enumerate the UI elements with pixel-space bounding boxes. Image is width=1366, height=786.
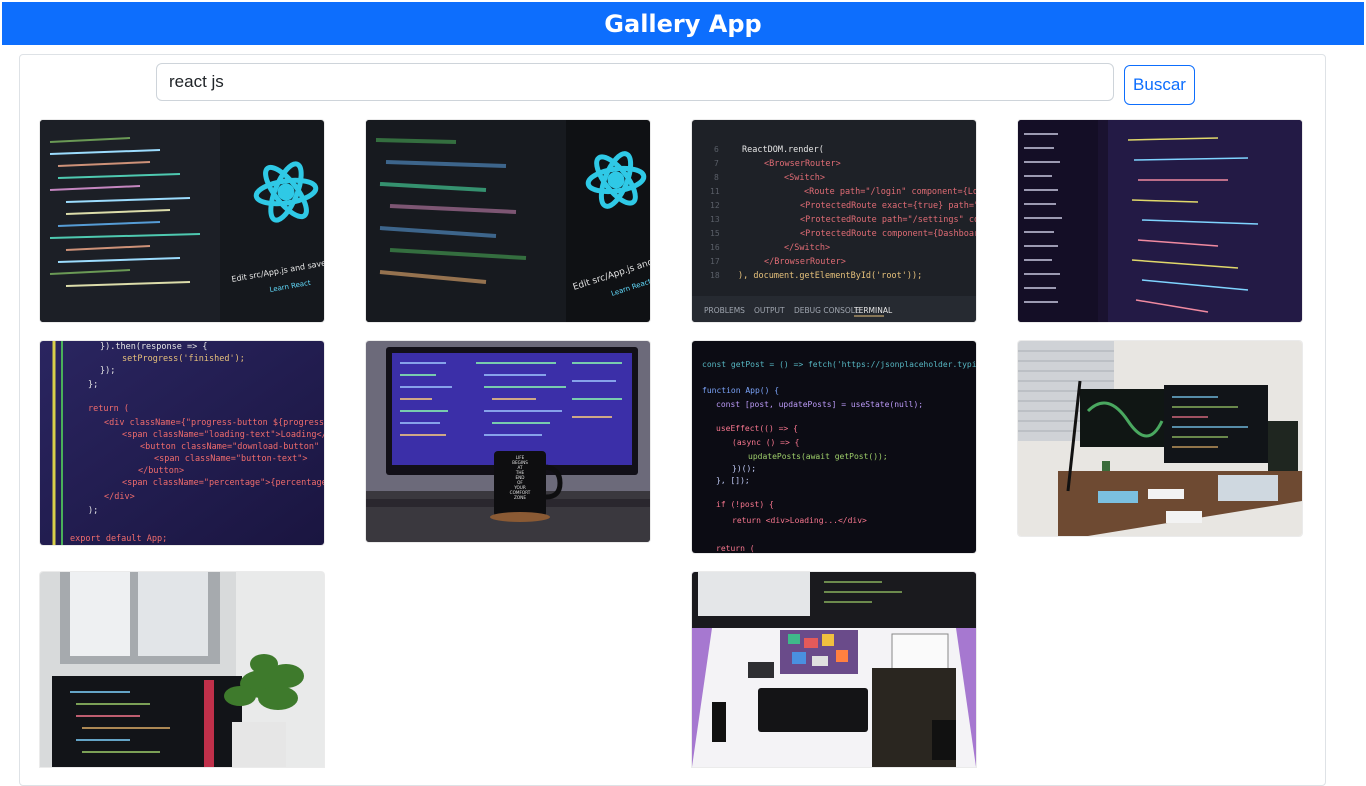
- svg-text:17: 17: [710, 257, 720, 266]
- code-line: <Switch>: [784, 173, 825, 183]
- gallery-image-8[interactable]: [1018, 341, 1302, 536]
- code-line: </button>: [138, 466, 184, 476]
- top-view-desk-photo: [692, 572, 976, 767]
- code-line: <ProtectedRoute path="/settings" compone…: [800, 215, 976, 225]
- code-line: const getPost = () => fetch('https://jso…: [702, 360, 976, 369]
- svg-text:6: 6: [714, 145, 719, 154]
- mug-text: ZONE: [514, 495, 526, 500]
- search-button[interactable]: Buscar: [1124, 65, 1195, 105]
- code-line: }).then(response => {: [100, 342, 207, 352]
- gallery-image-6[interactable]: LIFE BEGINS AT THE END OF YOUR COMFORT Z…: [366, 341, 650, 542]
- react-code-photo: Edit src/App.js and save to rel Learn Re…: [40, 120, 324, 322]
- code-line: </div>: [104, 492, 135, 502]
- code-line: (async () => {: [732, 438, 799, 447]
- code-line: <Route path="/login" component={Login} /…: [804, 187, 976, 197]
- code-line: };: [88, 380, 98, 390]
- code-line: ), document.getElementById('root'));: [738, 271, 922, 281]
- gallery-image-1[interactable]: Edit src/App.js and save to rel Learn Re…: [40, 120, 324, 322]
- svg-text:12: 12: [710, 201, 720, 210]
- monitor-mug-photo: LIFE BEGINS AT THE END OF YOUR COMFORT Z…: [366, 341, 650, 542]
- gallery-image-9[interactable]: [40, 572, 324, 767]
- gallery-image-3[interactable]: 6 7 8 11 12 13 15 16 17 18 ReactDOM.render( <Brow…: [692, 120, 976, 322]
- code-line: return <div>Loading...</div>: [732, 516, 867, 525]
- panel-tab: PROBLEMS: [704, 306, 745, 315]
- code-line: <BrowserRouter>: [764, 159, 841, 169]
- svg-text:16: 16: [710, 243, 720, 252]
- code-line: }, []);: [716, 476, 750, 485]
- svg-text:11: 11: [710, 187, 720, 196]
- code-line: );: [88, 506, 98, 516]
- code-line: });: [100, 366, 115, 376]
- code-line: <ProtectedRoute exact={true} path="/" co…: [800, 201, 976, 211]
- code-line: export default App;: [70, 534, 167, 544]
- desk-setup-photo: [1018, 341, 1302, 536]
- code-line: const [post, updatePosts] = useState(nul…: [716, 400, 923, 409]
- reactdom-code-photo: 6 7 8 11 12 13 15 16 17 18 ReactDOM.render( <Brow…: [692, 120, 976, 322]
- code-line: <ProtectedRoute component={Dashboard} />: [800, 229, 976, 239]
- search-input[interactable]: [156, 63, 1114, 101]
- code-line: useEffect(() => {: [716, 424, 798, 433]
- code-line: function App() {: [702, 386, 779, 395]
- code-line: setProgress('finished');: [122, 354, 245, 364]
- purple-code-photo: [1018, 120, 1302, 322]
- panel-tab: OUTPUT: [754, 306, 785, 315]
- react-code-blur-photo: Edit src/App.js and save to Learn React: [366, 120, 650, 322]
- gallery-image-5[interactable]: }).then(response => { setProgress('finis…: [40, 341, 324, 545]
- app-header: Gallery App: [2, 2, 1364, 45]
- gallery-image-10[interactable]: [692, 572, 976, 767]
- code-line: <button className="download-button": [140, 442, 319, 452]
- code-line: <div className={"progress-button ${progr…: [104, 418, 324, 428]
- code-line: ReactDOM.render(: [742, 145, 824, 155]
- code-line: </BrowserRouter>: [764, 257, 846, 267]
- svg-text:13: 13: [710, 215, 720, 224]
- gallery-image-2[interactable]: Edit src/App.js and save to Learn React: [366, 120, 650, 322]
- svg-text:8: 8: [714, 173, 719, 182]
- jsx-code-photo: }).then(response => { setProgress('finis…: [40, 341, 324, 545]
- fetch-code-photo: const getPost = () => fetch('https://jso…: [692, 341, 976, 553]
- code-line: updatePosts(await getPost());: [748, 452, 888, 461]
- panel-tab: DEBUG CONSOLE: [794, 306, 860, 315]
- app-title: Gallery App: [604, 9, 762, 38]
- code-line: })();: [732, 464, 756, 473]
- code-line: </Switch>: [784, 243, 830, 253]
- code-line: <span className="percentage">{percentage…: [122, 478, 324, 488]
- svg-text:15: 15: [710, 229, 720, 238]
- svg-text:7: 7: [714, 159, 719, 168]
- code-line: <span className="loading-text">Loading</…: [122, 430, 324, 440]
- code-line: return (: [716, 544, 755, 553]
- code-line: return (: [88, 404, 129, 414]
- gallery-image-7[interactable]: const getPost = () => fetch('https://jso…: [692, 341, 976, 553]
- code-line: if (!post) {: [716, 500, 774, 509]
- laptop-window-photo: [40, 572, 324, 767]
- gallery-image-4[interactable]: [1018, 120, 1302, 322]
- svg-text:18: 18: [710, 271, 720, 280]
- panel-tab: TERMINAL: [853, 306, 893, 315]
- code-line: <span className="button-text">: [154, 454, 308, 464]
